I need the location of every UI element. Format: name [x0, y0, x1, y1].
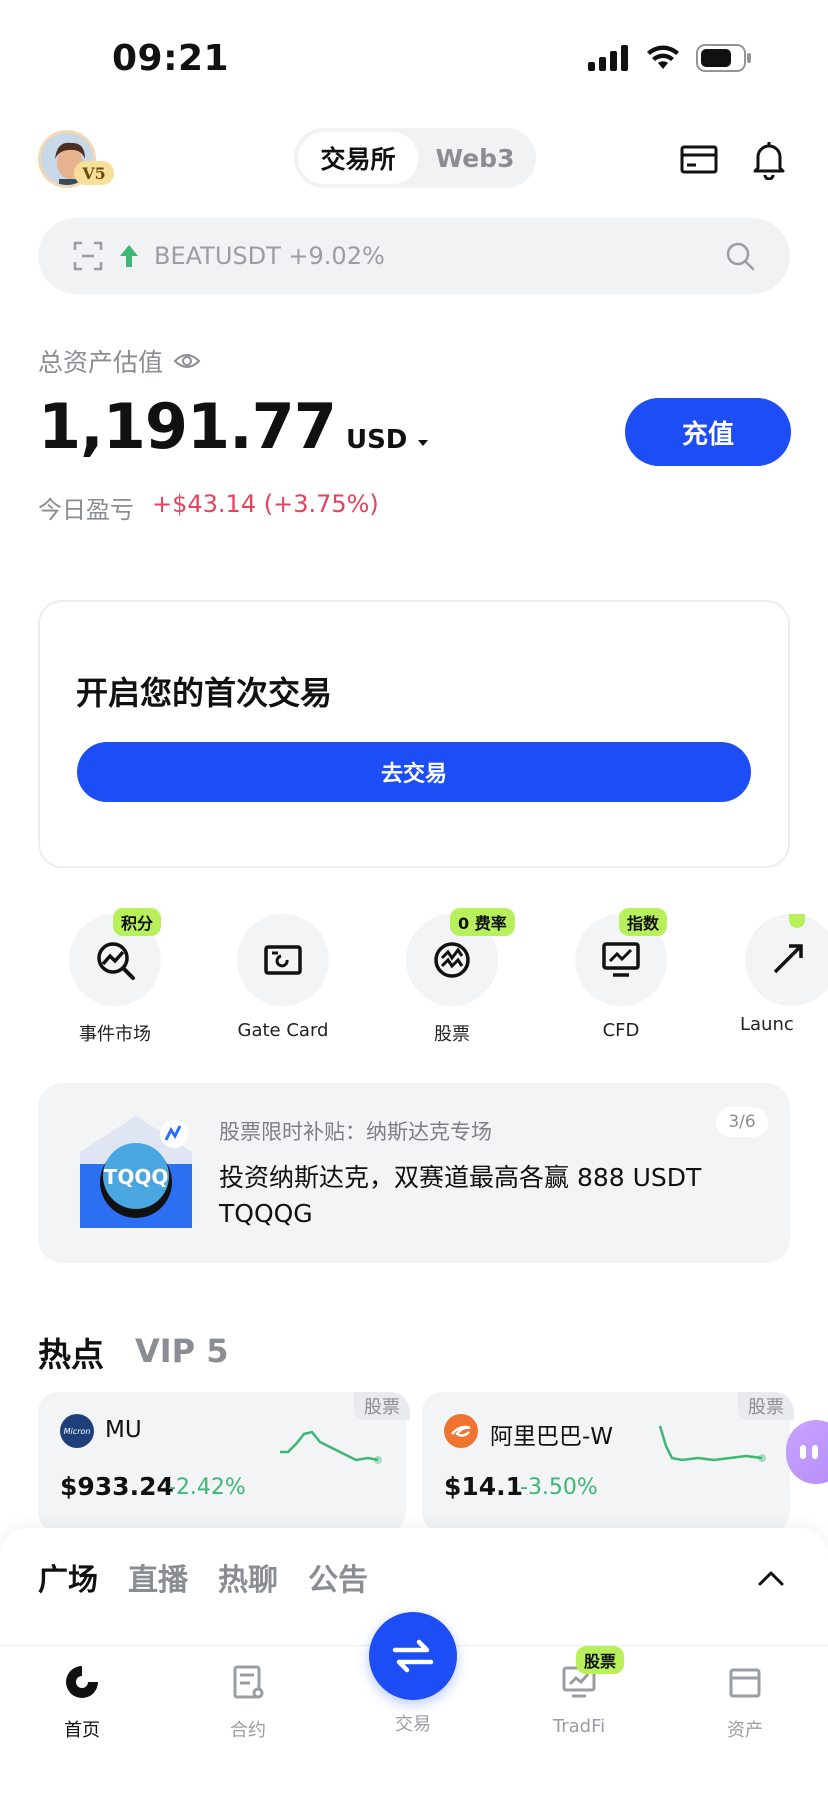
tab-live[interactable]: 直播: [128, 1555, 188, 1599]
floating-assistant-bubble[interactable]: [786, 1420, 828, 1484]
shortcut-cfd[interactable]: 指数 CFD: [551, 908, 691, 1041]
first-trade-title: 开启您的首次交易: [76, 674, 333, 712]
shortcut-label: 事件市场: [79, 1024, 151, 1045]
community-tabs: 广场 直播 热聊 公告: [38, 1555, 368, 1599]
scan-icon[interactable]: [72, 240, 104, 272]
tab-exchange[interactable]: 交易所: [298, 132, 418, 184]
tab-announcement[interactable]: 公告: [308, 1555, 368, 1599]
first-trade-card: [38, 600, 790, 868]
tab-square[interactable]: 广场: [38, 1555, 98, 1599]
assets-label: 总资产估值: [38, 348, 164, 377]
eye-icon[interactable]: [173, 351, 201, 371]
hot-card-sparkline: [280, 1430, 382, 1464]
micron-logo-icon: Micron: [60, 1414, 94, 1448]
shortcut-label: Gate Card: [237, 1020, 329, 1041]
tab-chat[interactable]: 热聊: [218, 1555, 278, 1599]
hot-card-name: MU: [105, 1417, 142, 1443]
pnl-value[interactable]: +$43.14 (+3.75%): [152, 490, 379, 525]
signal-icon: [588, 45, 628, 71]
caret-down-icon: [418, 440, 429, 446]
shortcut-tag: 0 费率: [450, 908, 515, 936]
deposit-button[interactable]: 充值: [625, 398, 791, 466]
balance-value: 1,191.77: [38, 390, 337, 463]
event-market-icon: [97, 942, 135, 980]
vip-badge: V5: [74, 161, 114, 185]
cfd-icon: [602, 942, 640, 977]
banner-main-text: 投资纳斯达克，双赛道最高各赢 888 USDT TQQQG: [219, 1163, 702, 1228]
pnl-label: 今日盈亏: [38, 496, 134, 524]
shortcut-label: 股票: [434, 1024, 470, 1045]
nav-label: 合约: [230, 1720, 266, 1741]
hot-section-title[interactable]: 热点: [38, 1328, 104, 1376]
go-trade-button[interactable]: 去交易: [77, 742, 751, 802]
currency-label: USD: [345, 425, 408, 455]
nav-assets[interactable]: 资产: [685, 1660, 805, 1742]
nav-home[interactable]: 首页: [22, 1660, 142, 1742]
swap-icon: [392, 1639, 434, 1673]
shortcut-label: CFD: [602, 1020, 640, 1041]
search-icon[interactable]: [724, 240, 756, 272]
hot-card-change: -3.50%: [520, 1475, 598, 1500]
banner-logo-text: TQQQ: [104, 1165, 169, 1189]
home-icon: [66, 1666, 98, 1698]
hot-card-tag: 股票: [354, 1392, 410, 1420]
shortcut-tag: 指数: [619, 908, 668, 936]
shortcut-label: Launc: [740, 1014, 794, 1035]
search-ticker: BEATUSDT +9.02%: [154, 242, 385, 270]
shortcut-tag: 积分: [113, 908, 162, 936]
nav-label: 资产: [727, 1720, 763, 1741]
card-icon[interactable]: [678, 138, 720, 180]
wifi-icon: [647, 45, 679, 69]
currency-selector[interactable]: USD: [346, 425, 430, 455]
shortcut-tag: [789, 914, 805, 928]
envelope-promo-icon: TQQQ: [80, 1116, 192, 1228]
banner-subtitle: 股票限时补贴：纳斯达克专场: [219, 1120, 492, 1144]
hot-card-name: 阿里巴巴-W: [490, 1424, 614, 1450]
hot-card-tag: 股票: [738, 1392, 794, 1420]
hot-card-price: $14.1: [444, 1472, 524, 1501]
nav-label: TradFi: [552, 1716, 606, 1737]
card-icon: [264, 945, 302, 975]
battery-icon: [696, 44, 751, 72]
micron-logo-text: Micron: [63, 1426, 91, 1436]
wallet-icon: [729, 1668, 761, 1698]
alibaba-logo-icon: [444, 1414, 478, 1448]
stocks-icon: [434, 942, 470, 978]
hot-vip-tab[interactable]: VIP 5: [135, 1332, 229, 1370]
search-bar[interactable]: BEATUSDT +9.02%: [38, 218, 790, 294]
status-icons: [588, 44, 752, 72]
chevron-up-icon[interactable]: [754, 1562, 788, 1596]
trade-fab-button[interactable]: [369, 1612, 457, 1700]
shortcut-stocks[interactable]: 0 费率 股票: [382, 908, 522, 1046]
hot-card-sparkline: [658, 1425, 766, 1462]
tab-web3[interactable]: Web3: [418, 132, 532, 184]
shortcut-event-market[interactable]: 积分 事件市场: [45, 908, 185, 1046]
banner-page-indicator: 3/6: [716, 1107, 768, 1137]
assets-label-row: 总资产估值: [38, 343, 201, 379]
hot-card-change: -2.42%: [168, 1475, 246, 1500]
balance-row: 1,191.77 USD: [38, 390, 430, 463]
shortcut-launchpad[interactable]: Launc: [720, 914, 828, 1044]
nav-tradfi-tag: 股票: [576, 1646, 625, 1674]
nav-trade[interactable]: 交易: [353, 1710, 473, 1736]
status-time: 09:21: [112, 38, 230, 79]
pnl-row: 今日盈亏 +$43.14 (+3.75%): [38, 490, 379, 525]
contract-icon: [233, 1665, 264, 1699]
nav-label: 交易: [395, 1714, 431, 1735]
bell-icon[interactable]: [748, 138, 790, 180]
trend-up-icon: [120, 245, 138, 267]
nav-futures[interactable]: 合约: [188, 1660, 308, 1742]
launchpad-icon: [773, 944, 803, 974]
shortcut-gate-card[interactable]: Gate Card: [213, 914, 353, 1041]
mode-switch: 交易所 Web3: [294, 128, 536, 188]
hot-card-price: $933.24: [60, 1472, 174, 1501]
nav-label: 首页: [64, 1720, 100, 1741]
alibaba-logo-mark: [451, 1425, 471, 1437]
